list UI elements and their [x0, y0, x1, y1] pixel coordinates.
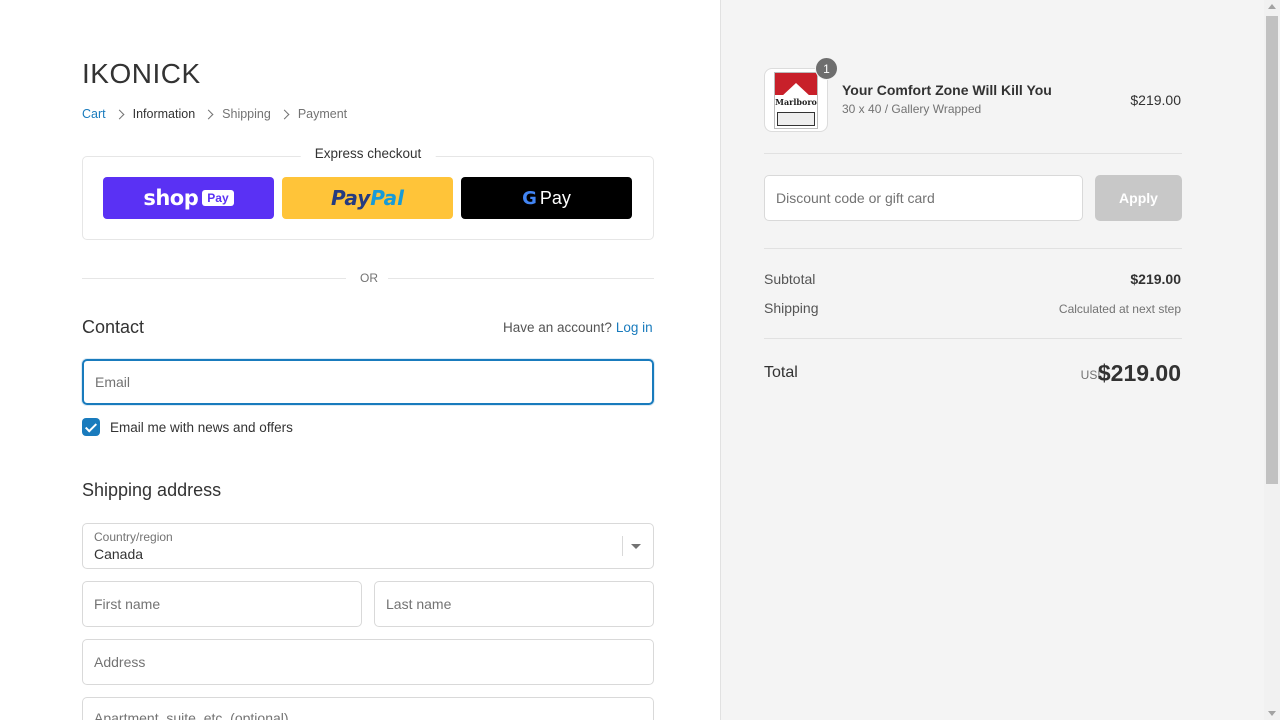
discount-field[interactable] [764, 175, 1083, 221]
summary-divider [764, 153, 1182, 154]
address-input[interactable] [83, 640, 653, 684]
breadcrumb-shipping: Shipping [222, 107, 271, 121]
country-value: Canada [94, 546, 144, 562]
scroll-down-arrow-icon[interactable] [1268, 711, 1276, 716]
last-name-input[interactable] [375, 582, 653, 626]
newsletter-checkbox[interactable] [82, 418, 100, 436]
product-thumbnail: Marlboro [764, 68, 828, 132]
breadcrumb-cart[interactable]: Cart [82, 107, 106, 121]
or-divider-text: OR [360, 271, 378, 285]
scroll-up-arrow-icon[interactable] [1268, 4, 1276, 9]
scrollbar-thumb[interactable] [1266, 16, 1278, 484]
page-scrollbar[interactable] [1264, 0, 1280, 720]
summary-divider [764, 248, 1182, 249]
last-name-field[interactable] [374, 581, 654, 627]
store-logo[interactable]: IKONICK [82, 58, 201, 90]
product-image-brand: Marlboro [775, 97, 817, 107]
account-prompt: Have an account? Log in [503, 320, 653, 335]
chevron-right-icon [203, 109, 214, 119]
summary-divider [764, 338, 1182, 339]
google-pay-label: Pay [539, 187, 571, 208]
address-field[interactable] [82, 639, 654, 685]
subtotal-label: Subtotal [764, 271, 816, 287]
country-label: Country/region [94, 530, 173, 544]
apply-discount-button[interactable]: Apply [1095, 175, 1182, 221]
total-label: Total [764, 364, 798, 381]
paypal-logo: PayPal [330, 186, 405, 210]
chevron-right-icon [114, 109, 125, 119]
apartment-field[interactable] [82, 697, 654, 720]
google-pay-button[interactable]: G Pay [461, 177, 632, 219]
chevron-right-icon [279, 109, 290, 119]
shipping-value: Calculated at next step [1058, 302, 1181, 316]
paypal-button[interactable]: PayPal [282, 177, 453, 219]
google-g-icon: G [522, 187, 537, 209]
first-name-input[interactable] [83, 582, 361, 626]
shipping-label: Shipping [764, 300, 819, 316]
chevron-down-icon [631, 544, 641, 549]
select-divider [622, 536, 623, 556]
total-value: $219.00 [1097, 360, 1181, 386]
or-divider-left [82, 278, 346, 279]
contact-title: Contact [82, 317, 145, 337]
shop-pay-button[interactable]: shop Pay [103, 177, 274, 219]
product-name: Your Comfort Zone Will Kill You [842, 82, 1052, 98]
or-divider-right [388, 278, 654, 279]
shop-pay-logo: shop [143, 186, 199, 210]
email-field[interactable] [82, 359, 654, 405]
country-select[interactable]: Country/region Canada [82, 523, 654, 569]
discount-input[interactable] [765, 176, 1082, 220]
subtotal-value: $219.00 [1130, 271, 1181, 287]
breadcrumb: Cart Information Shipping Payment [82, 107, 347, 121]
apartment-input[interactable] [83, 698, 653, 720]
login-link[interactable]: Log in [616, 320, 653, 335]
newsletter-label[interactable]: Email me with news and offers [110, 420, 293, 435]
product-variant: 30 x 40 / Gallery Wrapped [842, 102, 982, 116]
shipping-address-title: Shipping address [82, 480, 222, 500]
have-account-text: Have an account? [503, 320, 612, 335]
first-name-field[interactable] [82, 581, 362, 627]
email-input[interactable] [84, 361, 652, 403]
shop-pay-badge: Pay [202, 190, 234, 206]
breadcrumb-payment: Payment [297, 107, 348, 121]
express-checkout-title: Express checkout [300, 146, 436, 161]
product-image: Marlboro [774, 72, 818, 129]
breadcrumb-information: Information [132, 107, 196, 121]
quantity-badge: 1 [815, 57, 838, 80]
product-price: $219.00 [1130, 92, 1181, 108]
